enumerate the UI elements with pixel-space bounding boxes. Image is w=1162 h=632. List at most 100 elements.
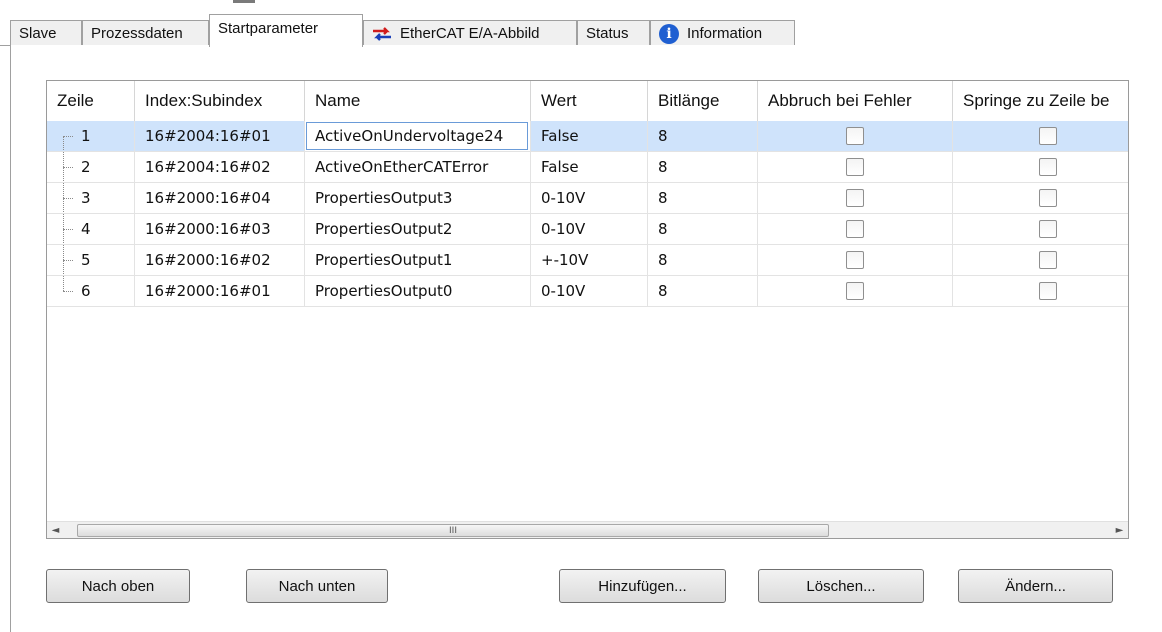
cell-zeile-text: 4 (81, 220, 91, 238)
cell-index-text: 16#2004:16#01 (145, 127, 271, 145)
springe-checkbox[interactable] (1038, 189, 1057, 207)
window-edge-mark (233, 0, 255, 3)
springe-checkbox[interactable] (1038, 282, 1057, 300)
springe-checkbox[interactable] (1038, 251, 1057, 269)
table-row[interactable]: 2 16#2004:16#02 ActiveOnEtherCATError False… (47, 152, 1128, 183)
cell-wert-text: 0-10V (541, 282, 586, 300)
cell-bitlaenge-text: 8 (658, 251, 668, 269)
tab-label: Startparameter (218, 19, 319, 37)
column-header-index[interactable]: Index:Subindex (135, 81, 305, 121)
cell-wert[interactable]: +-10V (531, 245, 648, 276)
tab-status[interactable]: Status (577, 20, 650, 46)
column-header-wert[interactable]: Wert (531, 81, 648, 121)
cell-zeile-text: 3 (81, 189, 91, 207)
table-row[interactable]: 3 16#2000:16#04 PropertiesOutput3 0-10V 8 (47, 183, 1128, 214)
tab-ethercat-ea-abbild[interactable]: EtherCAT E/A-Abbild (363, 20, 577, 46)
springe-checkbox[interactable] (1038, 127, 1057, 145)
tree-connector (59, 121, 77, 151)
cell-index: 16#2000:16#04 (135, 183, 305, 214)
springe-checkbox[interactable] (1038, 220, 1057, 238)
table-row[interactable]: 4 16#2000:16#03 PropertiesOutput2 0-10V 8 (47, 214, 1128, 245)
cell-wert[interactable]: False (531, 152, 648, 183)
cell-bitlaenge-text: 8 (658, 282, 668, 300)
cell-index-text: 16#2000:16#02 (145, 251, 271, 269)
tree-connector (59, 152, 77, 182)
table-row[interactable]: 5 16#2000:16#02 PropertiesOutput1 +-10V 8 (47, 245, 1128, 276)
cell-abbruch-checkbox (758, 152, 953, 183)
cell-springe-checkbox (953, 276, 1128, 307)
tree-connector (59, 245, 77, 275)
cell-name[interactable]: ActiveOnEtherCATError (305, 152, 531, 183)
edit-button[interactable]: Ändern... (958, 569, 1113, 603)
table-row[interactable]: 1 16#2004:16#01 ActiveOnUndervoltage24 Fals… (47, 121, 1128, 152)
cell-index-text: 16#2004:16#02 (145, 158, 271, 176)
column-header-zeile[interactable]: Zeile (47, 81, 135, 121)
cell-index: 16#2000:16#03 (135, 214, 305, 245)
cell-wert-text: False (541, 158, 579, 176)
cell-wert[interactable]: False (531, 121, 648, 152)
tab-label: Status (586, 25, 629, 42)
cell-index-text: 16#2000:16#01 (145, 282, 271, 300)
tab-prozessdaten[interactable]: Prozessdaten (82, 20, 209, 46)
tab-slave[interactable]: Slave (10, 20, 82, 46)
cell-name-text: ActiveOnUndervoltage24 (315, 127, 504, 145)
arrows-exchange-icon (372, 26, 392, 41)
cell-wert[interactable]: 0-10V (531, 183, 648, 214)
cell-wert-text: 0-10V (541, 189, 586, 207)
tab-startparameter[interactable]: Startparameter (209, 14, 363, 47)
springe-checkbox[interactable] (1038, 158, 1057, 176)
tab-label: Information (687, 25, 763, 42)
tab-label: Prozessdaten (91, 25, 183, 42)
cell-index: 16#2000:16#02 (135, 245, 305, 276)
cell-abbruch-checkbox (758, 183, 953, 214)
scroll-left-arrow-icon[interactable]: ◄ (47, 522, 64, 538)
cell-zeile: 2 (47, 152, 135, 183)
table-row[interactable]: 6 16#2000:16#01 PropertiesOutput0 0-10V 8 (47, 276, 1128, 307)
cell-bitlaenge: 8 (648, 245, 758, 276)
scroll-right-arrow-icon[interactable]: ► (1111, 522, 1128, 538)
cell-index: 16#2000:16#01 (135, 276, 305, 307)
tree-connector (59, 276, 77, 306)
cell-springe-checkbox (953, 214, 1128, 245)
abbruch-checkbox[interactable] (846, 251, 864, 269)
cell-name[interactable]: ActiveOnUndervoltage24 (305, 121, 531, 152)
column-header-bitlaenge[interactable]: Bitlänge (648, 81, 758, 121)
cell-bitlaenge: 8 (648, 183, 758, 214)
tree-connector (59, 183, 77, 213)
cell-index: 16#2004:16#02 (135, 152, 305, 183)
column-header-springe[interactable]: Springe zu Zeile be (953, 81, 1128, 121)
cell-abbruch-checkbox (758, 214, 953, 245)
abbruch-checkbox[interactable] (846, 189, 864, 207)
horizontal-scrollbar[interactable]: ◄ III ► (47, 521, 1128, 538)
cell-zeile: 1 (47, 121, 135, 152)
abbruch-checkbox[interactable] (846, 220, 864, 238)
cell-name[interactable]: PropertiesOutput3 (305, 183, 531, 214)
cell-zeile: 4 (47, 214, 135, 245)
startparameter-grid[interactable]: Zeile Index:Subindex Name Wert Bitlänge … (46, 80, 1129, 539)
column-header-abbruch[interactable]: Abbruch bei Fehler (758, 81, 953, 121)
cell-wert-text: 0-10V (541, 220, 586, 238)
scroll-thumb[interactable]: III (77, 524, 829, 537)
cell-name-text: PropertiesOutput1 (315, 251, 453, 269)
cell-name[interactable]: PropertiesOutput1 (305, 245, 531, 276)
cell-bitlaenge: 8 (648, 121, 758, 152)
add-button[interactable]: Hinzufügen... (559, 569, 726, 603)
cell-name[interactable]: PropertiesOutput2 (305, 214, 531, 245)
cell-abbruch-checkbox (758, 245, 953, 276)
cell-bitlaenge: 8 (648, 214, 758, 245)
grid-header: Zeile Index:Subindex Name Wert Bitlänge … (47, 81, 1128, 121)
move-up-button[interactable]: Nach oben (46, 569, 190, 603)
column-header-name[interactable]: Name (305, 81, 531, 121)
cell-index: 16#2004:16#01 (135, 121, 305, 152)
cell-springe-checkbox (953, 121, 1128, 152)
abbruch-checkbox[interactable] (846, 282, 864, 300)
cell-wert[interactable]: 0-10V (531, 276, 648, 307)
cell-wert[interactable]: 0-10V (531, 214, 648, 245)
delete-button[interactable]: Löschen... (758, 569, 924, 603)
cell-name[interactable]: PropertiesOutput0 (305, 276, 531, 307)
abbruch-checkbox[interactable] (846, 127, 864, 145)
abbruch-checkbox[interactable] (846, 158, 864, 176)
tree-connector (59, 214, 77, 244)
tab-information[interactable]: i Information (650, 20, 795, 46)
move-down-button[interactable]: Nach unten (246, 569, 388, 603)
